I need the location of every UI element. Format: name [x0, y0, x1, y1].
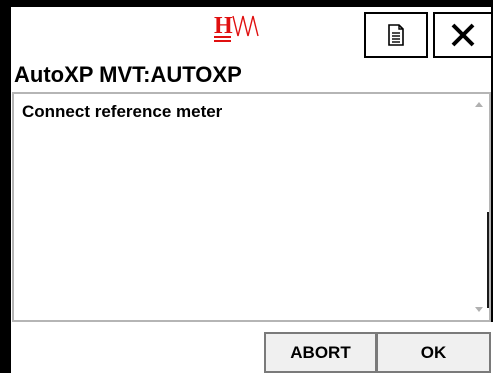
close-button[interactable] — [433, 12, 493, 58]
dialog-window: H AutoXP MVT:AUTOXP Connect reference me… — [0, 0, 493, 373]
vertical-scrollbar[interactable] — [467, 94, 489, 320]
hw-logo: H — [214, 12, 274, 44]
document-button[interactable] — [364, 12, 428, 58]
abort-button[interactable]: ABORT — [264, 332, 377, 373]
scrollbar-thumb[interactable] — [487, 212, 489, 308]
window-frame-left — [0, 0, 11, 373]
scroll-up-arrow-icon[interactable] — [475, 102, 483, 107]
ok-button[interactable]: OK — [377, 332, 491, 373]
window-frame-top — [0, 0, 493, 7]
message-text: Connect reference meter — [22, 102, 223, 121]
logo-letter: H — [214, 13, 233, 39]
message-panel: Connect reference meter — [12, 92, 491, 322]
dialog-footer: ABORT OK — [12, 322, 493, 373]
close-icon — [451, 23, 475, 47]
document-icon — [388, 24, 404, 46]
scroll-down-arrow-icon[interactable] — [475, 307, 483, 312]
window-title: AutoXP MVT:AUTOXP — [14, 62, 242, 87]
